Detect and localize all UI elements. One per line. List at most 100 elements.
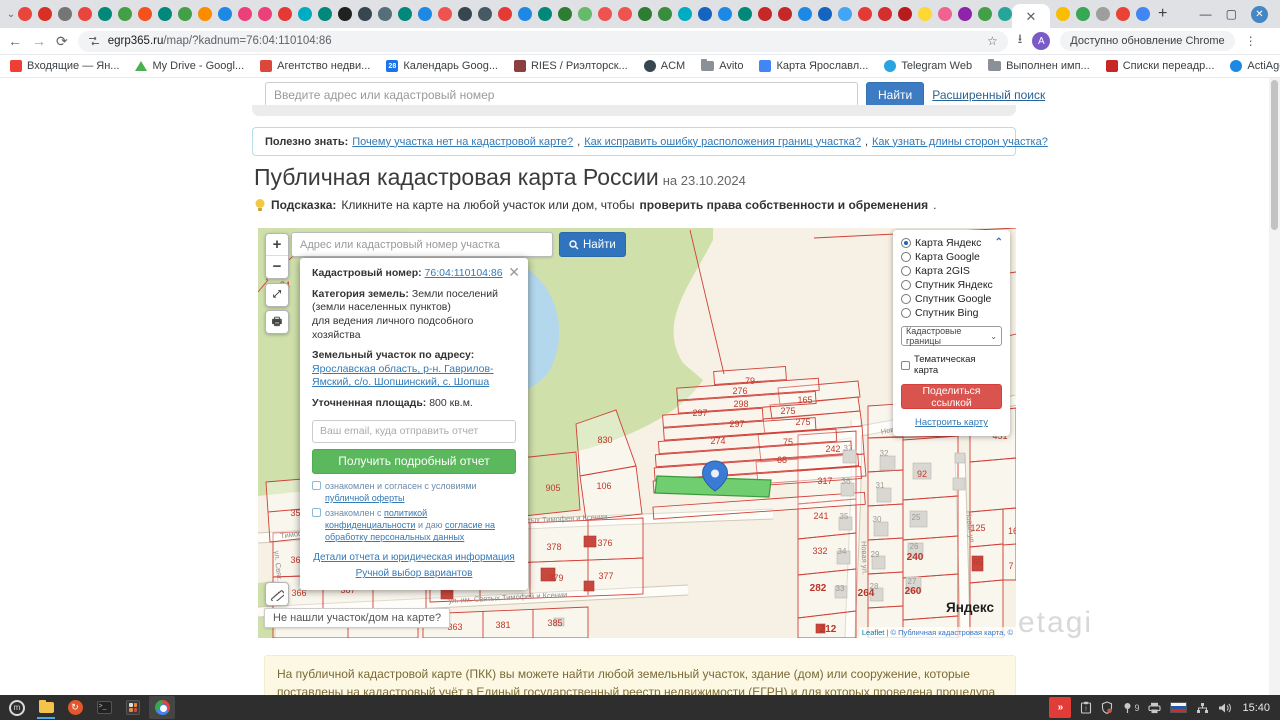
- pinned-tab-favicon[interactable]: [478, 7, 492, 21]
- pinned-tab-favicon[interactable]: [738, 7, 752, 21]
- info-link-3[interactable]: Как узнать длины сторон участка?: [872, 136, 1048, 148]
- pinned-tab-favicon[interactable]: [378, 7, 392, 21]
- email-input[interactable]: [312, 420, 516, 443]
- pinned-tab-favicon[interactable]: [98, 7, 112, 21]
- print-icon[interactable]: 🖶: [266, 311, 288, 333]
- share-link-button[interactable]: Поделиться ссылкой: [901, 384, 1002, 409]
- close-icon[interactable]: ✕: [508, 263, 520, 281]
- pinned-tab-favicon[interactable]: [58, 7, 72, 21]
- update-manager-button[interactable]: ↻: [62, 696, 88, 719]
- layer-option-карта-2gis[interactable]: Карта 2GIS: [901, 265, 1002, 277]
- menu-kebab-icon[interactable]: ⋮: [1245, 34, 1258, 48]
- pinned-tab-favicon[interactable]: [978, 7, 992, 21]
- pinned-tab-favicon[interactable]: [938, 7, 952, 21]
- pinned-tab-favicon[interactable]: [1136, 7, 1150, 21]
- pinned-tab-favicon[interactable]: [1076, 7, 1090, 21]
- pinned-tab-favicon[interactable]: [758, 7, 772, 21]
- pinned-tab-favicon[interactable]: [878, 7, 892, 21]
- zoom-out-button[interactable]: −: [266, 256, 288, 278]
- bookmark-item[interactable]: ACM: [644, 60, 685, 72]
- layer-option-карта-яндекс[interactable]: Карта Яндекс: [901, 237, 1002, 249]
- taskbar-clock[interactable]: 15:40: [1242, 702, 1270, 714]
- maximize-button[interactable]: ▢: [1226, 7, 1237, 21]
- pinned-tab-favicon[interactable]: [778, 7, 792, 21]
- pinned-tab-favicon[interactable]: [158, 7, 172, 21]
- kadnum-link[interactable]: 76:04:110104:86: [425, 267, 503, 279]
- search-button[interactable]: Найти: [866, 82, 924, 107]
- tray-app-icon[interactable]: »: [1049, 697, 1071, 718]
- clipboard-tray-icon[interactable]: !: [1080, 701, 1092, 714]
- pinned-tab-favicon[interactable]: [418, 7, 432, 21]
- bookmark-item[interactable]: 28Календарь Goog...: [386, 60, 498, 72]
- reload-button[interactable]: ⟳: [56, 34, 68, 48]
- pinned-tab-favicon[interactable]: [218, 7, 232, 21]
- pinned-tab-favicon[interactable]: [138, 7, 152, 21]
- print-button[interactable]: 🖶: [265, 310, 289, 334]
- bookmark-star-icon[interactable]: ☆: [987, 34, 998, 48]
- bookmark-item[interactable]: Агентство недви...: [260, 60, 370, 72]
- pinned-tab-favicon[interactable]: [818, 7, 832, 21]
- shield-tray-icon[interactable]: [1101, 701, 1113, 714]
- scrollbar-thumb[interactable]: [1271, 80, 1278, 230]
- pinned-tab-favicon[interactable]: [1116, 7, 1130, 21]
- building-footprint[interactable]: [955, 453, 965, 463]
- pinned-tab-favicon[interactable]: [598, 7, 612, 21]
- pinned-tab-favicon[interactable]: [238, 7, 252, 21]
- download-icon[interactable]: ⭳: [1018, 30, 1023, 52]
- radio-button[interactable]: [901, 266, 911, 276]
- expand-icon[interactable]: ⤢: [266, 284, 288, 306]
- close-window-button[interactable]: ✕: [1251, 6, 1268, 23]
- pinned-tab-favicon[interactable]: [358, 7, 372, 21]
- configure-map-link[interactable]: Настроить карту: [901, 417, 1002, 428]
- layer-option-спутник-яндекс[interactable]: Спутник Яндекс: [901, 279, 1002, 291]
- tab-search-chevron-icon[interactable]: ⌄: [4, 9, 18, 20]
- pinned-tab-favicon[interactable]: [118, 7, 132, 21]
- pinned-tab-favicon[interactable]: [398, 7, 412, 21]
- bookmark-item[interactable]: Входящие — Ян...: [10, 60, 119, 72]
- manual-variants-link[interactable]: Ручной выбор вариантов: [312, 567, 516, 580]
- info-link-1[interactable]: Почему участка нет на кадастровой карте?: [352, 136, 573, 148]
- pinned-tab-favicon[interactable]: [618, 7, 632, 21]
- minimize-button[interactable]: —: [1200, 7, 1212, 21]
- bookmark-item[interactable]: Telegram Web: [884, 60, 972, 72]
- terminal-button[interactable]: >_: [91, 696, 117, 719]
- chrome-update-pill[interactable]: Доступно обновление Chrome: [1060, 31, 1234, 51]
- radio-button[interactable]: [901, 238, 911, 248]
- layer-option-спутник-google[interactable]: Спутник Google: [901, 293, 1002, 305]
- network-tray-icon[interactable]: [1196, 702, 1209, 714]
- pinned-tab-favicon[interactable]: [458, 7, 472, 21]
- pinned-tab-favicon[interactable]: [258, 7, 272, 21]
- mint-menu-button[interactable]: m: [4, 696, 30, 719]
- pinned-tab-favicon[interactable]: [38, 7, 52, 21]
- keyboard-layout-flag-ru[interactable]: [1170, 702, 1187, 713]
- pinned-tab-favicon[interactable]: [198, 7, 212, 21]
- bookmark-item[interactable]: RIES / Риэлторск...: [514, 60, 628, 72]
- advanced-search-link[interactable]: Расширенный поиск: [932, 88, 1045, 102]
- pinned-tab-favicon[interactable]: [538, 7, 552, 21]
- layer-option-карта-google[interactable]: Карта Google: [901, 251, 1002, 263]
- radio-button[interactable]: [901, 308, 911, 318]
- pin-tray-icon[interactable]: 9: [1122, 702, 1139, 714]
- pinned-tab-favicon[interactable]: [78, 7, 92, 21]
- map-search-button[interactable]: Найти: [559, 232, 626, 257]
- url-bar[interactable]: egrp365.ru/map/?kadnum=76:04:110104:86 ☆: [78, 31, 1008, 52]
- pinned-tab-favicon[interactable]: [558, 7, 572, 21]
- radio-button[interactable]: [901, 294, 911, 304]
- pinned-tab-favicon[interactable]: [998, 7, 1012, 21]
- map-search-input[interactable]: [291, 232, 553, 257]
- pinned-tab-favicon[interactable]: [1056, 7, 1070, 21]
- pinned-tab-favicon[interactable]: [678, 7, 692, 21]
- page-scrollbar[interactable]: [1269, 78, 1280, 695]
- pinned-tab-favicon[interactable]: [578, 7, 592, 21]
- pinned-tab-favicon[interactable]: [898, 7, 912, 21]
- pinned-tab-favicon[interactable]: [798, 7, 812, 21]
- chrome-taskbar-button[interactable]: [149, 696, 175, 719]
- bookmark-item[interactable]: Списки переадр...: [1106, 60, 1215, 72]
- pinned-tab-favicon[interactable]: [438, 7, 452, 21]
- measure-tool-button[interactable]: [265, 582, 289, 606]
- pinned-tab-favicon[interactable]: [858, 7, 872, 21]
- new-tab-button[interactable]: +: [1158, 5, 1167, 23]
- profile-avatar[interactable]: А: [1032, 32, 1050, 50]
- boundaries-select[interactable]: Кадастровые границы ⌄: [901, 326, 1002, 346]
- bookmark-item[interactable]: ActiAgent: [1230, 60, 1280, 72]
